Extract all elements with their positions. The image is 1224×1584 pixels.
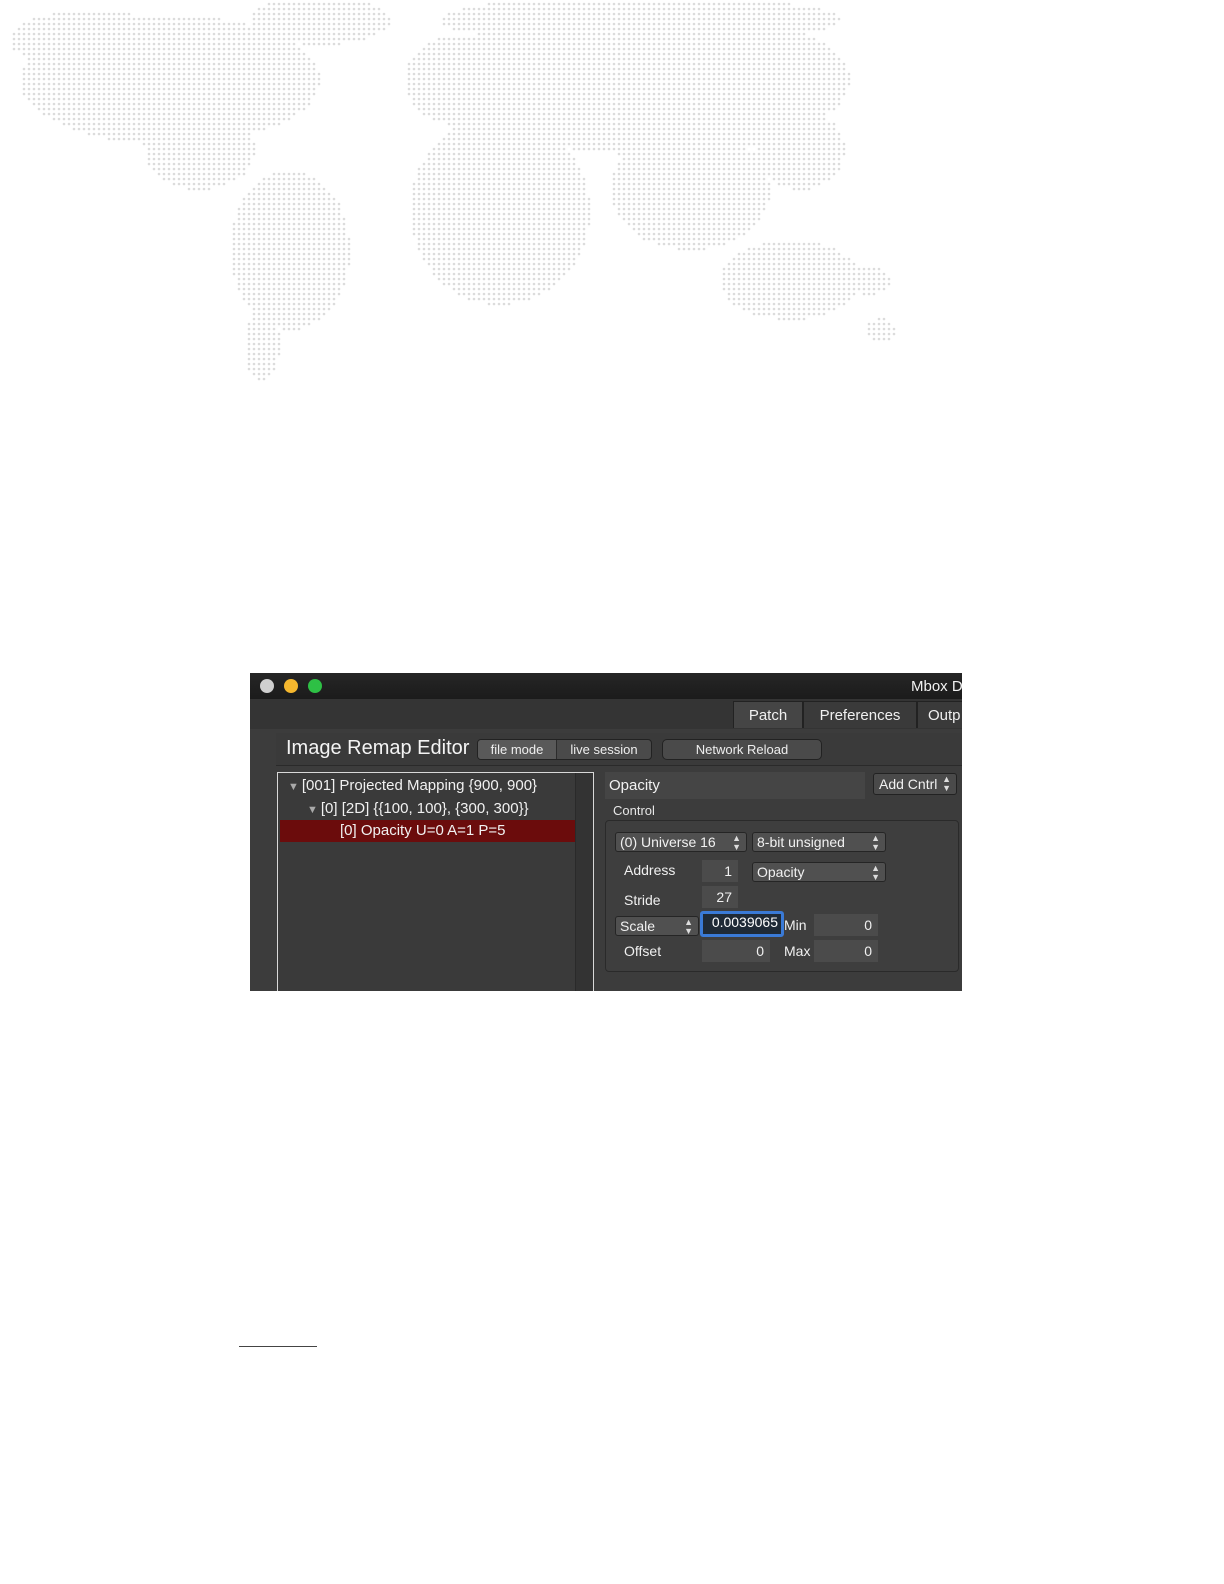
control-properties-panel: Opacity Add Cntrl ▲ ▼ Control (0) Univers… xyxy=(605,772,962,991)
universe-value: (0) Universe 16 xyxy=(620,834,716,850)
minimize-window-button[interactable] xyxy=(284,679,298,693)
maximize-window-button[interactable] xyxy=(308,679,322,693)
max-field[interactable]: 0 xyxy=(814,940,878,962)
stepper-arrows-icon: ▲ ▼ xyxy=(871,863,880,882)
scale-field[interactable]: 0.0039065 xyxy=(700,911,784,937)
stepper-arrows-icon: ▲ ▼ xyxy=(684,917,693,936)
title-bar: Mbox D xyxy=(250,673,962,700)
stride-field[interactable]: 27 xyxy=(702,886,738,908)
app-window-screenshot: Mbox D Patch Preferences Outp Image Rema… xyxy=(250,673,962,991)
add-control-label: Add Cntrl xyxy=(879,776,938,792)
editor-toolbar: Image Remap Editor file mode live sessio… xyxy=(276,733,962,766)
triangle-down-icon[interactable]: ▼ xyxy=(288,781,299,793)
offset-label: Offset xyxy=(624,943,662,959)
window-title: Mbox D xyxy=(911,678,962,695)
tree-row-label: [0] [2D] {{100, 100}, {300, 300}} xyxy=(320,800,529,817)
mapping-tree: ▼ [001] Projected Mapping {900, 900} ▼ [0]… xyxy=(277,772,594,991)
tree-scrollbar[interactable] xyxy=(575,773,593,991)
network-reload-button[interactable]: Network Reload xyxy=(662,739,822,760)
max-label: Max xyxy=(784,943,811,959)
min-label: Min xyxy=(784,917,807,933)
stride-label: Stride xyxy=(624,892,661,908)
top-tab-bar: Patch Preferences Outp xyxy=(250,699,962,729)
stepper-arrows-icon: ▲ ▼ xyxy=(871,833,880,852)
tree-row-label: [0] Opacity U=0 A=1 P=5 xyxy=(340,822,506,839)
tree-row-label: [001] Projected Mapping {900, 900} xyxy=(301,777,538,794)
control-settings-box: (0) Universe 16 ▲ ▼ 8-bit unsigned ▲ ▼ Add… xyxy=(605,820,959,972)
scale-mode-select[interactable]: Scale ▲ ▼ xyxy=(615,916,699,936)
stepper-arrows-icon: ▲ ▼ xyxy=(942,774,951,793)
tab-output[interactable]: Outp xyxy=(917,701,962,728)
tab-patch[interactable]: Patch xyxy=(733,701,803,728)
parameter-value: Opacity xyxy=(757,864,805,880)
min-field[interactable]: 0 xyxy=(814,914,878,936)
add-control-popup[interactable]: Add Cntrl ▲ ▼ xyxy=(873,773,957,795)
tree-row-2d-region[interactable]: ▼ [0] [2D] {{100, 100}, {300, 300}} xyxy=(307,798,529,820)
tree-row-projected-mapping[interactable]: ▼ [001] Projected Mapping {900, 900} xyxy=(288,775,537,797)
address-field[interactable]: 1 xyxy=(702,860,738,882)
triangle-down-icon[interactable]: ▼ xyxy=(307,804,318,816)
file-mode-button[interactable]: file mode xyxy=(478,740,557,759)
scale-mode-value: Scale xyxy=(620,918,656,934)
bit-depth-value: 8-bit unsigned xyxy=(757,834,845,850)
world-map-dots xyxy=(12,2,896,381)
live-session-button[interactable]: live session xyxy=(557,740,651,759)
address-label: Address xyxy=(624,862,676,878)
properties-header: Opacity xyxy=(605,772,865,799)
bit-depth-select[interactable]: 8-bit unsigned ▲ ▼ xyxy=(752,832,886,852)
tree-row-opacity-selected[interactable]: [0] Opacity U=0 A=1 P=5 xyxy=(280,820,575,842)
footnote-rule xyxy=(239,1346,317,1347)
close-window-button[interactable] xyxy=(260,679,274,693)
universe-select[interactable]: (0) Universe 16 ▲ ▼ xyxy=(615,832,747,852)
offset-field[interactable]: 0 xyxy=(702,940,770,962)
editor-title: Image Remap Editor xyxy=(286,737,470,759)
world-map-background xyxy=(0,0,930,390)
control-section-label: Control xyxy=(613,803,655,818)
stepper-arrows-icon: ▲ ▼ xyxy=(732,833,741,852)
mode-segmented-control: file mode live session xyxy=(477,739,652,760)
parameter-select[interactable]: Opacity ▲ ▼ xyxy=(752,862,886,882)
tab-preferences[interactable]: Preferences xyxy=(803,701,917,728)
